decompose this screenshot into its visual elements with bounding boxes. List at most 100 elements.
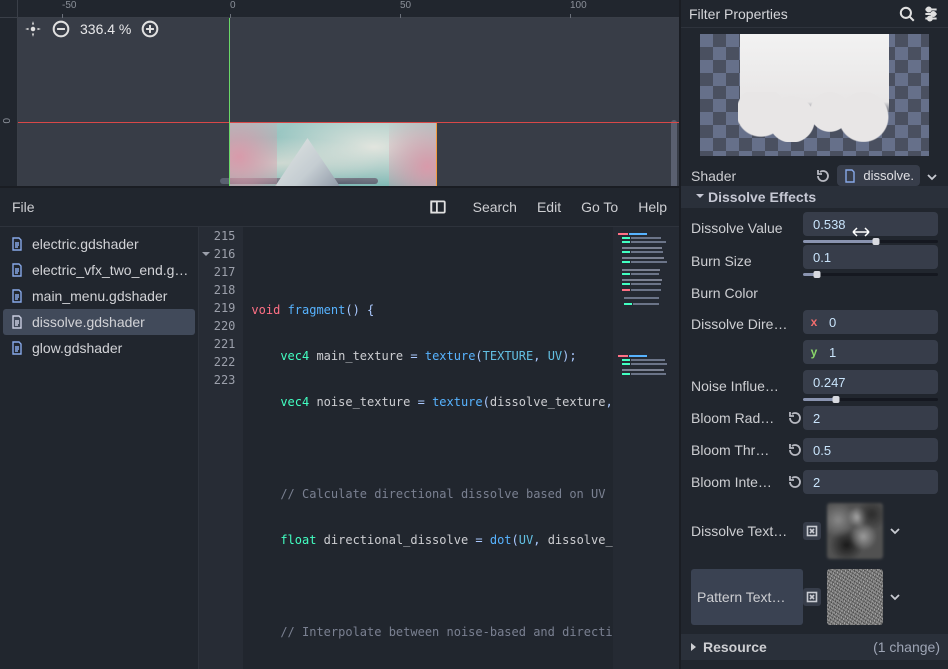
reset-icon[interactable] xyxy=(787,474,803,490)
prop-burn-color: Burn Color xyxy=(691,277,938,309)
search-icon[interactable] xyxy=(898,5,916,23)
axis-x-label: x xyxy=(807,313,821,331)
prop-label: Dissolve Dire… xyxy=(691,310,803,338)
guide-vertical[interactable] xyxy=(229,18,230,186)
canvas-viewport[interactable] xyxy=(18,18,679,186)
ruler-h-tick: 100 xyxy=(570,0,587,17)
number-value: 0.247 xyxy=(813,375,846,390)
menu-goto[interactable]: Go To xyxy=(581,199,618,215)
prop-burn-size: Burn Size 0.1 xyxy=(691,244,938,277)
prop-noise-influence: Noise Influe… 0.247 xyxy=(691,369,938,402)
inspector-body: Shader dissolve. Dissolve Effects Dissol… xyxy=(681,28,948,669)
line-number: 220 xyxy=(199,317,235,335)
script-file-list: electric.gdshader electric_vfx_two_end.g… xyxy=(0,227,199,669)
prop-label: Burn Size xyxy=(691,247,803,275)
ruler-horizontal: -50 0 50 100 xyxy=(18,0,679,18)
shader-resource-name: dissolve. xyxy=(863,168,914,183)
shader-property-label: Shader xyxy=(691,168,736,184)
ruler-h-tick: 0 xyxy=(230,0,236,17)
shader-file-icon xyxy=(10,341,24,355)
file-item-glow[interactable]: glow.gdshader xyxy=(0,335,198,361)
file-item-electric[interactable]: electric.gdshader xyxy=(0,231,198,257)
zoom-in-button[interactable] xyxy=(141,20,159,38)
shader-file-icon xyxy=(10,289,24,303)
menu-edit[interactable]: Edit xyxy=(537,199,561,215)
noise-influence-slider[interactable] xyxy=(803,398,938,401)
inspector-title: Filter Properties xyxy=(689,6,788,22)
texture-clear-button[interactable] xyxy=(803,588,821,606)
dissolve-direction-y-input[interactable]: y 1 xyxy=(803,340,938,364)
resource-changes-count: (1 change) xyxy=(873,639,940,655)
main-left-panel: -50 0 50 100 0 50 336.4 % xyxy=(0,0,679,669)
file-item-electric-vfx[interactable]: electric_vfx_two_end.g… xyxy=(0,257,198,283)
prop-dissolve-texture: Dissolve Text… xyxy=(691,498,938,564)
dissolve-value-slider[interactable] xyxy=(803,240,938,243)
line-number: 221 xyxy=(199,335,235,353)
ruler-vertical: 0 50 xyxy=(0,18,18,186)
code-editor[interactable]: 215 216 217 218 219 220 221 222 223 void… xyxy=(199,227,679,669)
ruler-h-tick: 50 xyxy=(400,0,411,17)
code-content[interactable]: void fragment() { vec4 main_texture = te… xyxy=(243,227,612,669)
file-item-main-menu[interactable]: main_menu.gdshader xyxy=(0,283,198,309)
number-value: 0.1 xyxy=(813,250,831,265)
center-view-icon[interactable] xyxy=(24,20,42,38)
viewport-2d[interactable]: -50 0 50 100 0 50 336.4 % xyxy=(0,0,679,186)
prop-bloom-radius: Bloom Rad… 2 xyxy=(691,402,938,434)
dissolve-direction-x-input[interactable]: x 0 xyxy=(803,310,938,334)
section-dissolve-effects[interactable]: Dissolve Effects xyxy=(681,186,948,208)
number-value: 2 xyxy=(813,411,820,426)
prop-label: Bloom Inte… xyxy=(691,474,783,490)
bloom-radius-input[interactable]: 2 xyxy=(803,406,938,430)
chevron-down-icon[interactable] xyxy=(889,591,901,603)
shader-file-icon xyxy=(10,315,24,329)
ruler-corner xyxy=(0,0,18,18)
zoom-controls: 336.4 % xyxy=(24,20,159,38)
number-value: 2 xyxy=(813,475,820,490)
texture-clear-button[interactable] xyxy=(803,522,821,540)
section-label: Resource xyxy=(703,639,767,655)
line-number: 218 xyxy=(199,281,235,299)
file-item-label: electric_vfx_two_end.g… xyxy=(32,262,188,278)
menu-search[interactable]: Search xyxy=(473,199,517,215)
burn-size-input[interactable]: 0.1 xyxy=(803,245,938,269)
bloom-intensity-input[interactable]: 2 xyxy=(803,470,938,494)
file-item-dissolve[interactable]: dissolve.gdshader xyxy=(3,309,195,335)
prop-label: Noise Influe… xyxy=(691,372,803,400)
shader-file-icon xyxy=(10,263,24,277)
menu-help[interactable]: Help xyxy=(638,199,667,215)
noise-influence-input[interactable]: 0.247 xyxy=(803,370,938,394)
shader-resource-picker[interactable]: dissolve. xyxy=(837,165,920,186)
shader-preview[interactable] xyxy=(700,34,929,156)
prop-pattern-texture: Pattern Text… xyxy=(691,564,938,630)
filter-settings-icon[interactable] xyxy=(922,5,940,23)
line-number: 217 xyxy=(199,263,235,281)
script-editor-toolbar: File Search Edit Go To Help xyxy=(0,188,679,227)
line-number: 216 xyxy=(199,245,235,263)
chevron-down-icon[interactable] xyxy=(926,170,938,182)
reset-icon[interactable] xyxy=(787,442,803,458)
file-item-label: electric.gdshader xyxy=(32,236,139,252)
line-number: 222 xyxy=(199,353,235,371)
line-number: 219 xyxy=(199,299,235,317)
zoom-percent-display[interactable]: 336.4 % xyxy=(80,21,131,37)
menu-file[interactable]: File xyxy=(12,199,35,215)
section-resource[interactable]: Resource (1 change) xyxy=(681,634,948,660)
reset-icon[interactable] xyxy=(787,410,803,426)
panel-layout-icon[interactable] xyxy=(429,198,447,216)
burn-size-slider[interactable] xyxy=(803,273,938,276)
dissolve-texture-preview[interactable] xyxy=(827,503,883,559)
guide-horizontal[interactable] xyxy=(18,122,679,123)
prop-label: Dissolve Text… xyxy=(691,503,803,559)
dissolve-value-input[interactable]: 0.538 xyxy=(803,212,938,236)
reset-icon[interactable] xyxy=(815,168,831,184)
bloom-threshold-input[interactable]: 0.5 xyxy=(803,438,938,462)
zoom-out-button[interactable] xyxy=(52,20,70,38)
sprite-selection-rect[interactable] xyxy=(229,122,437,186)
sprite-content xyxy=(229,122,277,186)
prop-bloom-threshold: Bloom Thr… 0.5 xyxy=(691,434,938,466)
viewport-scrollbar-vertical[interactable] xyxy=(671,120,677,186)
minimap[interactable] xyxy=(613,227,679,669)
pattern-texture-preview[interactable] xyxy=(827,569,883,625)
chevron-down-icon[interactable] xyxy=(889,525,901,537)
line-number: 215 xyxy=(199,227,235,245)
